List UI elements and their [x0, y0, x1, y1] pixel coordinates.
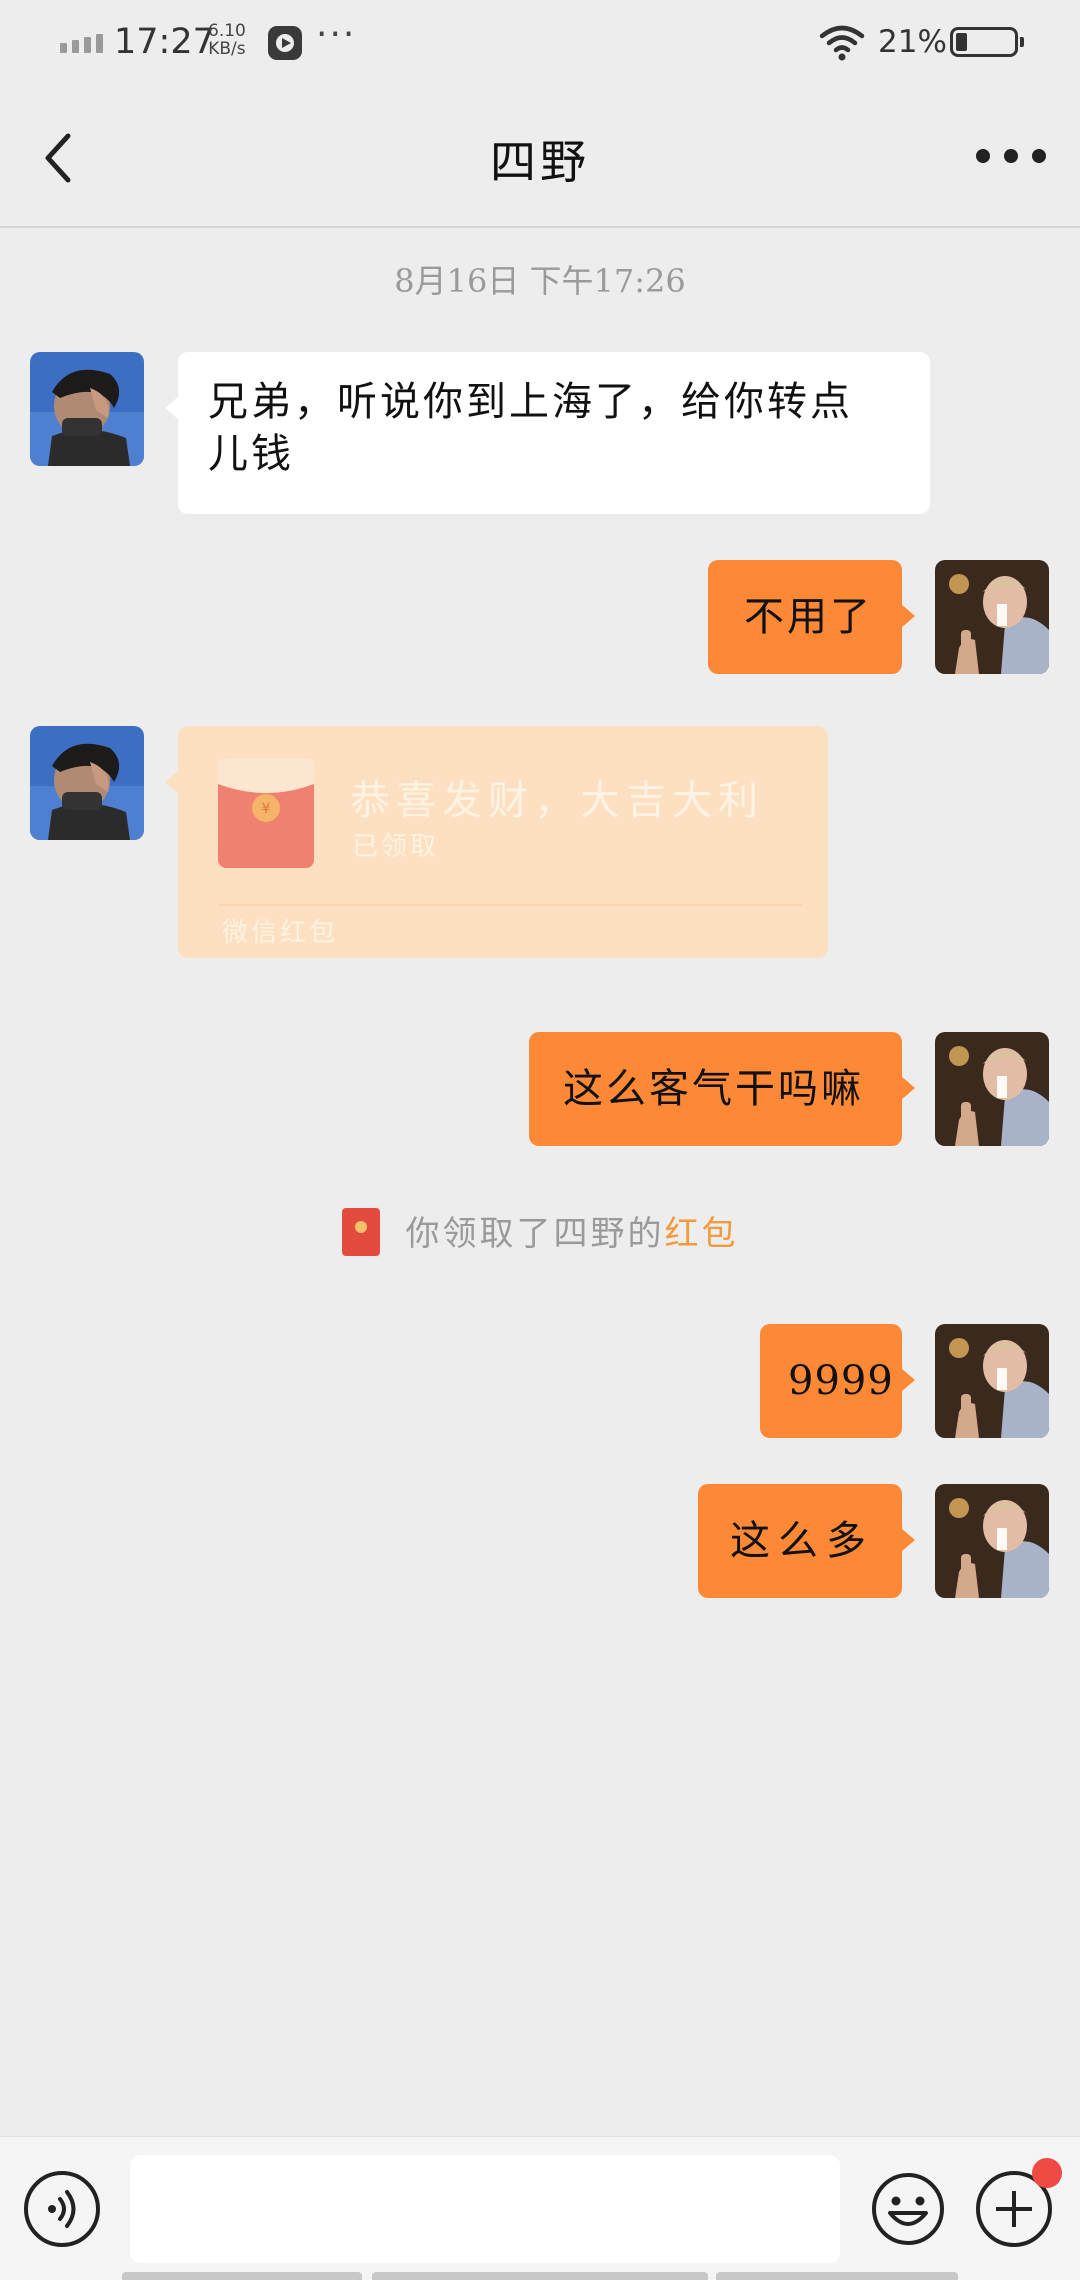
outgoing-message-bubble[interactable]: 这么客气干吗嘛: [529, 1032, 915, 1146]
emoji-icon[interactable]: [870, 2171, 946, 2247]
svg-text:¥: ¥: [262, 801, 271, 817]
contact-avatar[interactable]: [30, 726, 144, 840]
message-text: 9999: [788, 1358, 894, 1404]
message-text: 这么客气干吗嘛: [563, 1066, 864, 1112]
red-packet-divider: [218, 904, 802, 906]
net-speed: 6.10 KB/s: [208, 22, 246, 58]
gesture-bar: [0, 2270, 1080, 2280]
system-notice-text: 你领取了四野的: [405, 1214, 665, 1254]
system-notice: 你领取了四野的红包: [0, 1206, 1080, 1260]
play-app-icon: [268, 26, 302, 60]
voice-icon[interactable]: [24, 2171, 100, 2247]
message-text: 儿钱: [208, 431, 294, 477]
message-input[interactable]: [130, 2155, 840, 2263]
red-packet-status: 已领取: [352, 832, 440, 862]
notification-badge: [1032, 2158, 1062, 2188]
battery-icon: [950, 27, 1024, 57]
net-speed-unit: KB/s: [208, 39, 246, 59]
message-text: 兄弟，听说你到上海了，给你转点: [208, 379, 853, 425]
contact-avatar[interactable]: [30, 352, 144, 466]
signal-icon: [60, 34, 103, 53]
outgoing-message-bubble[interactable]: 9999: [760, 1324, 915, 1438]
red-packet-message[interactable]: ¥ 恭喜发财，大吉大利 已领取 微信红包: [165, 726, 828, 958]
more-icon[interactable]: [976, 136, 1046, 176]
red-packet-title: 恭喜发财，大吉大利: [350, 778, 764, 824]
chat-header: 四野: [0, 88, 1080, 228]
message-timestamp: 8月16日 下午17:26: [394, 262, 686, 300]
my-avatar[interactable]: [935, 560, 1049, 674]
red-packet-link[interactable]: 红包: [665, 1214, 739, 1254]
status-bar: 17:27 6.10 KB/s ··· 21%: [0, 0, 1080, 88]
my-avatar[interactable]: [935, 1324, 1049, 1438]
red-packet-icon: ¥: [218, 758, 314, 868]
message-text: 不用了: [744, 594, 873, 640]
outgoing-message-bubble[interactable]: 这么多: [698, 1484, 915, 1598]
red-packet-footer: 微信红包: [222, 918, 339, 948]
message-text: 这么多: [730, 1518, 874, 1564]
chat-input-bar: [0, 2136, 1080, 2280]
status-time: 17:27: [114, 22, 215, 62]
battery-percent: 21%: [878, 24, 947, 60]
wifi-icon: [819, 25, 865, 61]
net-speed-value: 6.10: [208, 21, 246, 41]
incoming-message-bubble[interactable]: 兄弟，听说你到上海了，给你转点 儿钱: [165, 352, 930, 514]
red-packet-icon: [341, 1208, 380, 1256]
status-more-dots: ···: [316, 14, 357, 55]
outgoing-message-bubble[interactable]: 不用了: [708, 560, 915, 674]
my-avatar[interactable]: [935, 1032, 1049, 1146]
my-avatar[interactable]: [935, 1484, 1049, 1598]
chat-title: 四野: [490, 135, 590, 189]
